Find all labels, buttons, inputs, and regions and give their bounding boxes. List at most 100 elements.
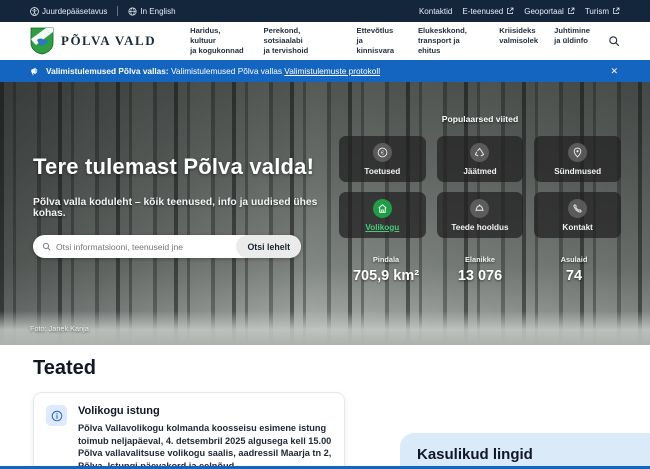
external-link-icon [506,7,514,15]
stat-asulaid: Asulaid 74 [527,255,621,284]
menu-item-line: Ettevõtlus [357,26,402,36]
topbar-link-label: Geoportaal [524,7,564,16]
stat-elanikke: Elanikke 13 076 [433,255,527,284]
main-navbar: PÕLVA VALD Haridus, kultuur ja kogukonna… [0,22,650,60]
coat-of-arms-logo [30,27,54,55]
close-icon[interactable]: ✕ [608,66,620,77]
notice-content: Volikogu istung Põlva Vallavolikogu kolm… [78,405,332,469]
menu-item-line: Juhtimine [554,26,590,36]
euro-icon: € [373,143,392,162]
tile-jaatmed[interactable]: Jäätmed [437,136,524,182]
menu-item-line: ja tervishoid [264,46,341,56]
svg-text:€: € [381,150,385,156]
popular-links-grid: € Toetused Jäätmed Sündmused [339,136,621,238]
announcement-text: Valimistulemused Põlva vallas [171,66,282,76]
notice-title: Volikogu istung [78,405,332,417]
menu-item-line: transport ja ehitus [418,36,483,57]
stat-value: 705,9 km² [339,268,433,284]
search-icon [42,242,51,251]
tile-label: Volikogu [365,223,399,232]
menu-item-juhtimine[interactable]: Juhtimine ja üldinfo [554,26,590,57]
menu-item-line: Haridus, kultuur [190,26,247,47]
tile-kontakt[interactable]: Kontakt [534,192,621,238]
menu-item-line: valmisolek [499,36,538,46]
notice-body: Põlva Vallavolikogu kolmanda koosseisu e… [78,422,332,469]
search-submit-button[interactable]: Otsi lehelt [236,235,301,258]
phone-icon [568,199,587,218]
tile-label: Teede hooldus [451,223,508,232]
divider [117,6,118,16]
tile-sundmused[interactable]: Sündmused [534,136,621,182]
announcement-title: Valimistulemused Põlva vallas: [46,66,169,76]
menu-item-line: Perekond, sotsiaalabi [264,26,341,47]
topbar-link-label: E-teenused [462,7,503,16]
globe-icon [128,7,137,16]
tile-label: Sündmused [554,167,601,176]
utility-bar: Juurdepääsetavus In English Kontaktid E-… [0,0,650,22]
pin-icon [568,143,587,162]
topbar-link-kontaktid[interactable]: Kontaktid [419,7,452,16]
external-link-icon [567,7,575,15]
menu-item-kriisideks[interactable]: Kriisideks valmisolek [499,26,538,57]
helmet-icon [470,199,489,218]
useful-links-heading: Kasulikud lingid [417,446,650,463]
polva-vald-homepage: Juurdepääsetavus In English Kontaktid E-… [0,0,650,469]
menu-item-perekond[interactable]: Perekond, sotsiaalabi ja tervishoid [264,26,341,57]
stat-label: Pindala [339,255,433,264]
brand-home-link[interactable]: PÕLVA VALD [30,27,156,55]
notice-card[interactable]: Volikogu istung Põlva Vallavolikogu kolm… [33,392,345,469]
announcement-message: Valimistulemused Põlva vallas: Valimistu… [46,66,602,76]
megaphone-icon [30,66,40,76]
nav-search-button[interactable] [608,35,620,47]
search-icon [608,35,620,47]
hero-section: Tere tulemast Põlva valda! Põlva valla k… [0,82,650,345]
menu-item-elukeskkond[interactable]: Elukeskkond, transport ja ehitus [418,26,483,57]
language-switch[interactable]: In English [128,7,175,16]
recycle-icon [470,143,489,162]
topbar-link-label: Kontaktid [419,7,452,16]
tile-volikogu[interactable]: Volikogu [339,192,426,238]
tile-label: Kontakt [562,223,592,232]
accessibility-label: Juurdepääsetavus [42,7,107,16]
topbar-link-label: Turism [585,7,609,16]
topbar-link-geoportaal[interactable]: Geoportaal [524,7,575,16]
menu-item-haridus[interactable]: Haridus, kultuur ja kogukonnad [190,26,247,57]
menu-item-line: ja kinnisvara [357,36,402,57]
stat-pindala: Pindala 705,9 km² [339,255,433,284]
stat-label: Elanikke [433,255,527,264]
home-icon [373,199,392,218]
menu-item-ettevotlus[interactable]: Ettevõtlus ja kinnisvara [357,26,402,57]
tile-label: Jäätmed [463,167,496,176]
announcement-bar: Valimistulemused Põlva vallas: Valimistu… [0,60,650,82]
tile-label: Toetused [364,167,400,176]
menu-item-line: ja kogukonnad [190,46,247,56]
external-link-icon [612,7,620,15]
municipality-stats: Pindala 705,9 km² Elanikke 13 076 Asulai… [339,255,621,284]
topbar-link-turism[interactable]: Turism [585,7,620,16]
hero-title: Tere tulemast Põlva valda! [33,154,333,180]
main-menu: Haridus, kultuur ja kogukonnad Perekond,… [190,26,590,57]
topbar-link-eteenused[interactable]: E-teenused [462,7,514,16]
brand-name: PÕLVA VALD [61,33,156,49]
tile-teede-hooldus[interactable]: Teede hooldus [437,192,524,238]
menu-item-line: Kriisideks [499,26,538,36]
announcement-protocol-link[interactable]: Valimistulemuste protokoll [284,66,380,76]
stat-value: 13 076 [433,268,527,284]
language-label: In English [140,7,175,16]
stat-label: Asulaid [527,255,621,264]
info-icon [46,405,67,426]
teated-heading: Teated [33,357,96,380]
menu-item-line: ja üldinfo [554,36,590,46]
popular-links-title: Populaarsed viited [339,114,621,124]
menu-item-line: Elukeskkond, [418,26,483,36]
tile-toetused[interactable]: € Toetused [339,136,426,182]
useful-links-panel: Kasulikud lingid [400,433,650,469]
hero-subtitle: Põlva valla koduleht – kõik teenused, in… [33,197,333,219]
site-search-bar: Otsi lehelt [33,235,301,258]
photo-credit: Foto: Janek Kanja [30,324,89,333]
content-section: Teated Volikogu istung Põlva Vallavoliko… [0,345,650,469]
accessibility-link[interactable]: Juurdepääsetavus [30,7,107,16]
accessibility-icon [30,7,39,16]
stat-value: 74 [527,268,621,284]
search-input[interactable] [56,242,236,252]
